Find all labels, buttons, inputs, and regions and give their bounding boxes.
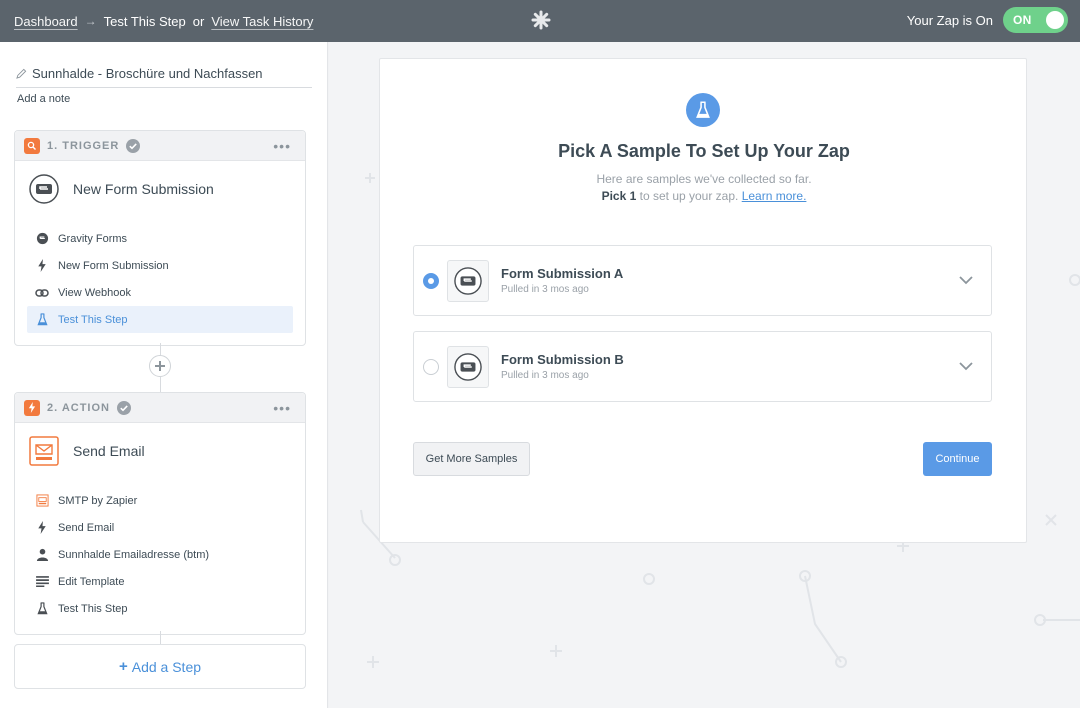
sample-radio[interactable] bbox=[423, 358, 439, 375]
main-area: Pick A Sample To Set Up Your Zap Here ar… bbox=[329, 42, 1080, 708]
trigger-app-title: New Form Submission bbox=[73, 181, 214, 197]
add-step-button[interactable]: + Add a Step bbox=[14, 644, 306, 689]
insert-step-button[interactable] bbox=[149, 355, 171, 377]
breadcrumb-arrow: → bbox=[84, 14, 97, 28]
action-step-title: 2. ACTION bbox=[47, 401, 110, 414]
bolt-icon bbox=[38, 259, 46, 272]
bolt-icon bbox=[38, 521, 46, 534]
action-app-row[interactable]: Send Email bbox=[15, 423, 305, 479]
trigger-subitem-webhook[interactable]: View Webhook bbox=[27, 279, 293, 306]
sample-radio-selected[interactable] bbox=[423, 272, 439, 289]
trigger-app-row[interactable]: New Form Submission bbox=[15, 161, 305, 217]
subitem-label: Test This Step bbox=[58, 602, 128, 615]
sample-name: Form Submission B bbox=[501, 352, 624, 367]
action-step-header[interactable]: 2. ACTION ••• bbox=[15, 393, 305, 423]
subitem-label: Gravity Forms bbox=[58, 232, 128, 245]
sample-meta: Pulled in 3 mos ago bbox=[501, 370, 589, 381]
page-title: Pick A Sample To Set Up Your Zap bbox=[558, 141, 850, 161]
sample-row-b[interactable]: Form Submission B Pulled in 3 mos ago bbox=[413, 331, 992, 402]
subitem-label: Send Email bbox=[58, 521, 115, 534]
gravity-forms-icon bbox=[36, 232, 48, 245]
breadcrumb-dashboard-link[interactable]: Dashboard bbox=[14, 14, 78, 29]
smtp-icon bbox=[35, 494, 49, 507]
sample-meta: Pulled in 3 mos ago bbox=[501, 284, 589, 295]
toggle-knob bbox=[1046, 11, 1064, 29]
connector-line bbox=[160, 631, 161, 644]
zap-status: Your Zap is On ON bbox=[907, 7, 1068, 33]
pencil-icon bbox=[16, 68, 27, 79]
action-subitem-app[interactable]: SMTP by Zapier bbox=[27, 487, 293, 514]
learn-more-link[interactable]: Learn more. bbox=[742, 189, 807, 203]
check-circle-icon bbox=[126, 138, 141, 153]
sample-name: Form Submission A bbox=[501, 266, 624, 281]
sample-picker-panel: Pick A Sample To Set Up Your Zap Here ar… bbox=[379, 58, 1027, 543]
connector-line bbox=[160, 377, 161, 393]
smtp-logo-icon bbox=[29, 436, 59, 466]
subitem-label: View Webhook bbox=[58, 286, 131, 299]
add-step-label: Add a Step bbox=[131, 658, 202, 675]
trigger-step-card: 1. TRIGGER ••• New Form Submission Gravi… bbox=[14, 130, 306, 346]
get-more-samples-button[interactable]: Get More Samples bbox=[413, 442, 530, 476]
zap-on-toggle[interactable]: ON bbox=[1003, 7, 1068, 33]
action-subitem-account[interactable]: Sunnhalde Emailadresse (btm) bbox=[27, 541, 293, 568]
subitem-label: SMTP by Zapier bbox=[58, 494, 138, 507]
trigger-subitem-event[interactable]: New Form Submission bbox=[27, 252, 293, 279]
trigger-subitems: Gravity Forms New Form Submission View W… bbox=[15, 217, 305, 345]
page-subtitle: Here are samples we've collected so far.… bbox=[380, 171, 1028, 205]
zap-name-field[interactable]: Sunnhalde - Broschüre und Nachfassen bbox=[16, 66, 312, 88]
toggle-label: ON bbox=[1013, 13, 1032, 27]
breadcrumb-current: Test This Step bbox=[103, 13, 186, 29]
chevron-down-icon[interactable] bbox=[959, 362, 973, 371]
trigger-step-header[interactable]: 1. TRIGGER ••• bbox=[15, 131, 305, 161]
action-more-menu[interactable]: ••• bbox=[273, 400, 291, 416]
user-icon bbox=[36, 548, 48, 561]
flask-icon bbox=[36, 313, 48, 326]
breadcrumb-or: or bbox=[192, 13, 205, 29]
chevron-down-icon[interactable] bbox=[959, 276, 973, 285]
connector-line bbox=[160, 343, 161, 355]
subtitle-line-2: Pick 1 to set up your zap. Learn more. bbox=[380, 188, 1028, 205]
action-step-card: 2. ACTION ••• Send Email SMTP by Zapier … bbox=[14, 392, 306, 635]
add-note-link[interactable]: Add a note bbox=[17, 93, 70, 105]
breadcrumb: Dashboard → Test This Step or View Task … bbox=[14, 14, 313, 29]
plus-icon bbox=[155, 361, 165, 371]
zapier-asterisk-icon[interactable] bbox=[531, 10, 551, 30]
sample-row-a[interactable]: Form Submission A Pulled in 3 mos ago bbox=[413, 245, 992, 316]
zap-name: Sunnhalde - Broschüre und Nachfassen bbox=[32, 66, 263, 81]
gravity-forms-logo-icon bbox=[447, 259, 489, 302]
trigger-subitem-test[interactable]: Test This Step bbox=[27, 306, 293, 333]
action-subitem-event[interactable]: Send Email bbox=[27, 514, 293, 541]
trigger-badge-icon bbox=[24, 137, 40, 154]
subtitle-pick: Pick 1 bbox=[601, 189, 637, 203]
gravity-forms-logo-icon bbox=[29, 174, 59, 204]
continue-button[interactable]: Continue bbox=[923, 442, 992, 476]
action-subitems: SMTP by Zapier Send Email Sunnhalde Emai… bbox=[15, 479, 305, 634]
action-badge-icon bbox=[24, 399, 40, 416]
lines-icon bbox=[35, 576, 49, 587]
action-subitem-test[interactable]: Test This Step bbox=[27, 595, 293, 622]
subitem-label: Edit Template bbox=[58, 575, 125, 588]
subitem-label: Sunnhalde Emailadresse (btm) bbox=[58, 548, 210, 561]
subitem-label: Test This Step bbox=[58, 313, 128, 326]
check-circle-icon bbox=[117, 400, 131, 415]
trigger-step-title: 1. TRIGGER bbox=[47, 139, 120, 152]
flask-icon bbox=[36, 602, 48, 615]
action-subitem-template[interactable]: Edit Template bbox=[27, 568, 293, 595]
gravity-forms-logo-icon bbox=[447, 345, 489, 388]
trigger-subitem-app[interactable]: Gravity Forms bbox=[27, 225, 293, 252]
subitem-label: New Form Submission bbox=[58, 259, 169, 272]
subtitle-text: to set up your zap. bbox=[636, 189, 742, 203]
subtitle-line-1: Here are samples we've collected so far. bbox=[596, 172, 812, 186]
link-icon bbox=[35, 288, 49, 297]
top-bar: Dashboard → Test This Step or View Task … bbox=[0, 0, 1080, 42]
zap-status-label: Your Zap is On bbox=[906, 12, 993, 28]
trigger-more-menu[interactable]: ••• bbox=[273, 138, 291, 154]
view-task-history-link[interactable]: View Task History bbox=[211, 14, 313, 29]
flask-badge-icon bbox=[686, 93, 720, 127]
action-app-title: Send Email bbox=[73, 443, 145, 459]
sidebar: Sunnhalde - Broschüre und Nachfassen Add… bbox=[0, 42, 328, 708]
add-step-plus: + bbox=[118, 658, 128, 675]
